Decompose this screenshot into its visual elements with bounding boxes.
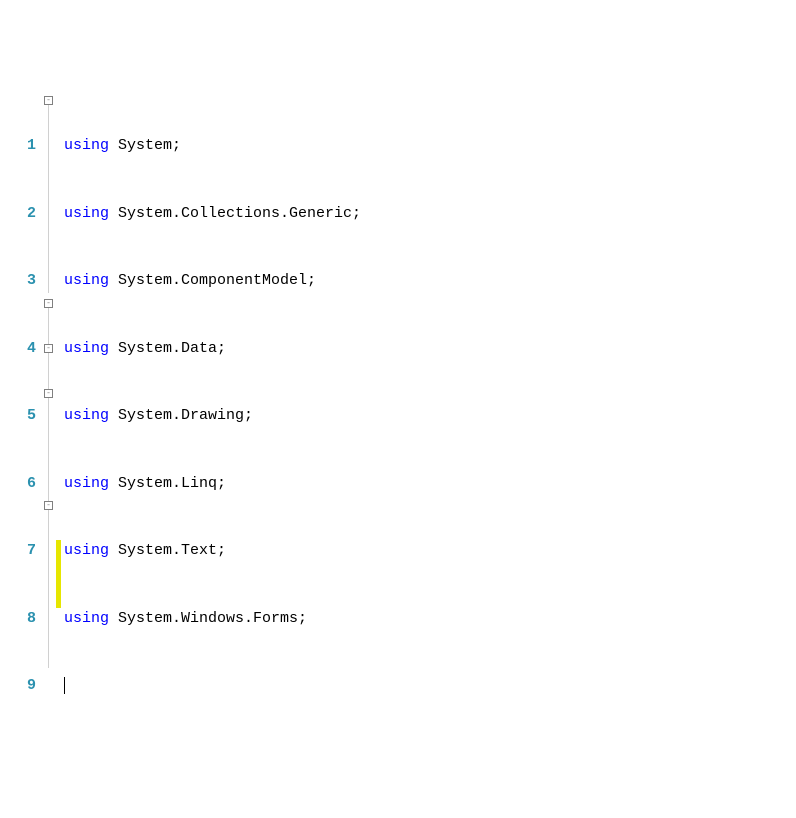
line-number: 3 <box>0 270 36 293</box>
code-text: System.ComponentModel; <box>109 272 316 289</box>
line-number: 4 <box>0 338 36 361</box>
line-number: 7 <box>0 540 36 563</box>
code-text: System.Data; <box>109 340 226 357</box>
keyword: using <box>64 407 109 424</box>
code-line[interactable]: using System.ComponentModel; <box>64 270 796 293</box>
fold-toggle-icon[interactable]: - <box>44 96 53 105</box>
line-number: 9 <box>0 675 36 698</box>
code-line[interactable]: using System.Collections.Generic; <box>64 203 796 226</box>
fold-toggle-icon[interactable]: - <box>44 389 53 398</box>
line-number: 2 <box>0 203 36 226</box>
code-line[interactable]: using System; <box>64 135 796 158</box>
outline-margin: - - - - - <box>42 90 56 705</box>
keyword: using <box>64 610 109 627</box>
fold-toggle-icon[interactable]: - <box>44 501 53 510</box>
caret-icon <box>64 677 65 694</box>
code-text: System; <box>109 137 181 154</box>
keyword: using <box>64 475 109 492</box>
code-line[interactable]: using System.Text; <box>64 540 796 563</box>
code-text: System.Drawing; <box>109 407 253 424</box>
line-number: 5 <box>0 405 36 428</box>
code-line[interactable]: using System.Data; <box>64 338 796 361</box>
code-line[interactable]: using System.Drawing; <box>64 405 796 428</box>
code-area[interactable]: using System; using System.Collections.G… <box>62 90 796 705</box>
line-number: 6 <box>0 473 36 496</box>
fold-toggle-icon[interactable]: - <box>44 299 53 308</box>
code-line[interactable] <box>64 675 796 698</box>
keyword: using <box>64 542 109 559</box>
keyword: using <box>64 205 109 222</box>
fold-toggle-icon[interactable]: - <box>44 344 53 353</box>
code-text: System.Collections.Generic; <box>109 205 361 222</box>
change-marker-icon <box>56 563 61 586</box>
change-marker-icon <box>56 585 61 608</box>
line-number: 8 <box>0 608 36 631</box>
line-number: 1 <box>0 135 36 158</box>
keyword: using <box>64 137 109 154</box>
code-text: System.Windows.Forms; <box>109 610 307 627</box>
outline-line <box>48 105 49 293</box>
line-number-gutter: 1 2 3 4 5 6 7 8 9 10 11 12 13 14 15 16 1… <box>0 90 42 705</box>
code-editor[interactable]: 1 2 3 4 5 6 7 8 9 10 11 12 13 14 15 16 1… <box>0 90 796 705</box>
keyword: using <box>64 340 109 357</box>
code-text: System.Linq; <box>109 475 226 492</box>
outline-line <box>48 308 49 668</box>
keyword: using <box>64 272 109 289</box>
code-text: System.Text; <box>109 542 226 559</box>
change-marker-icon <box>56 540 61 563</box>
code-line[interactable]: using System.Windows.Forms; <box>64 608 796 631</box>
code-line[interactable]: using System.Linq; <box>64 473 796 496</box>
change-margin <box>56 90 62 705</box>
